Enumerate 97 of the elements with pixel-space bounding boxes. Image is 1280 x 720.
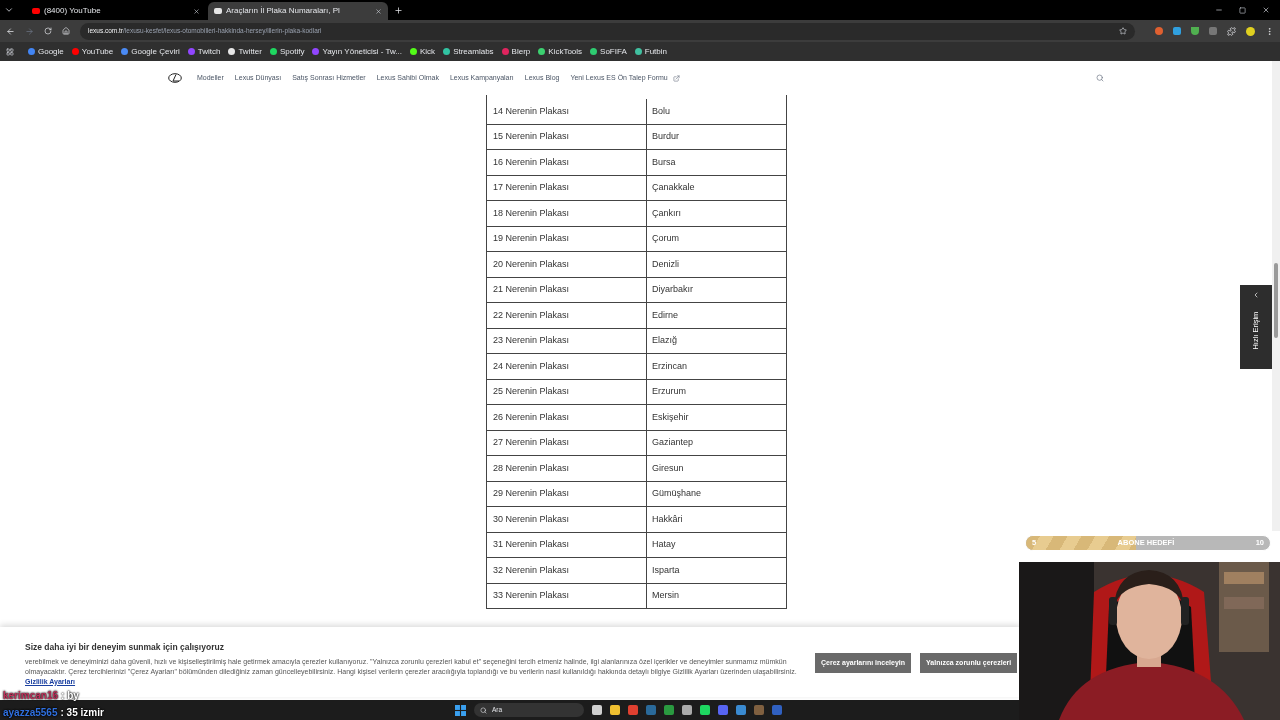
bookmark-label: Google [38, 45, 64, 58]
table-cell-text: Gaziantep [651, 436, 695, 449]
tab-list-icon[interactable] [4, 5, 14, 15]
table-cell: 24 Nerenin Plakası [487, 354, 647, 379]
table-cell-text: Mersin [651, 589, 680, 602]
table-cell: 31 Nerenin Plakası [487, 532, 647, 557]
table-cell-text: Çanakkale [651, 181, 696, 194]
table-cell: 29 Nerenin Plakası [487, 481, 647, 506]
bookmark-item[interactable]: Twitter [228, 45, 262, 58]
windows-logo-icon[interactable] [455, 704, 466, 716]
table-cell-text: Çankırı [651, 206, 682, 220]
profile-avatar-icon[interactable] [1246, 26, 1255, 36]
bookmark-item[interactable]: Twitch [187, 45, 221, 58]
lexus-logo-icon[interactable] [168, 73, 182, 83]
reload-icon[interactable] [44, 27, 52, 35]
table-cell: 14 Nerenin Plakası [487, 99, 647, 124]
extensions-icon[interactable] [1227, 26, 1236, 36]
bookmark-item[interactable]: YouTube [71, 45, 114, 58]
bookmark-label: Twitch [197, 45, 221, 58]
restore-icon[interactable] [1239, 7, 1246, 14]
menu-icon[interactable] [1265, 26, 1274, 36]
back-icon[interactable] [6, 26, 15, 36]
table-cell-text: Hatay [651, 538, 677, 551]
close-icon[interactable] [375, 7, 382, 15]
bookmark-item[interactable]: Streamlabs [443, 45, 494, 58]
table-cell: 21 Nerenin Plakası [487, 277, 647, 302]
table-cell: 26 Nerenin Plakası [487, 405, 647, 430]
bookmark-item[interactable]: KickTools [538, 45, 583, 58]
table-cell-text: Bolu [651, 104, 671, 118]
table-cell: 25 Nerenin Plakası [487, 379, 647, 404]
chat-username: ayazza5565 [3, 706, 58, 720]
bookmark-label: Google Çeviri [131, 45, 180, 58]
bookmark-label: KickTools [548, 45, 583, 58]
table-cell-text: Bursa [651, 155, 677, 169]
external-link-icon [672, 74, 680, 82]
search-icon[interactable] [1096, 74, 1104, 82]
table-cell: 19 Nerenin Plakası [487, 226, 647, 251]
table-cell-text: Isparta [651, 563, 681, 577]
table-cell-text: Erzurum [651, 385, 687, 398]
table-cell: 33 Nerenin Plakası [487, 583, 647, 608]
new-tab-icon[interactable] [394, 6, 403, 15]
cookie-title: Size daha iyi bir deneyim sunmak için çalışıyoruz [25, 641, 225, 654]
scrollbar-thumb[interactable] [1274, 263, 1278, 338]
table-cell: 30 Nerenin Plakası [487, 507, 647, 532]
table-cell-text: Hakkâri [651, 512, 684, 526]
bookmark-item[interactable]: SoFIFA [590, 45, 627, 58]
close-icon[interactable] [193, 7, 200, 15]
tab-title: (8400) YouTube [44, 5, 102, 17]
close-icon[interactable] [1262, 6, 1270, 14]
extension-icon[interactable] [1155, 27, 1163, 35]
table-cell-text: Gümüşhane [651, 487, 703, 500]
minimize-icon[interactable] [1215, 6, 1223, 14]
table-cell-text: Denizli [651, 257, 680, 271]
table-cell: 27 Nerenin Plakası [487, 430, 647, 455]
bookmark-item[interactable]: Spotify [269, 45, 305, 58]
table-cell-text: Çorum [651, 232, 680, 245]
table-cell: 17 Nerenin Plakası [487, 175, 647, 200]
table-cell-text: Burdur [651, 130, 680, 143]
table-cell-text: Elazığ [651, 334, 678, 347]
bookmark-item[interactable]: Blerp [501, 45, 531, 58]
table-cell: 20 Nerenin Plakası [487, 252, 647, 277]
table-cell-text: Erzincan [651, 359, 688, 373]
table-cell: 23 Nerenin Plakası [487, 328, 647, 353]
table-cell-text: Giresun [651, 461, 685, 475]
table-cell: 32 Nerenin Plakası [487, 558, 647, 583]
shield-icon[interactable] [1191, 27, 1199, 35]
table-cell: 16 Nerenin Plakası [487, 150, 647, 175]
search-icon [480, 706, 487, 714]
bookmark-label: Twitter [238, 45, 262, 58]
tab-title: Araçların İl Plaka Numaraları, Pl [226, 5, 341, 17]
chat-username: kerimcan16 [3, 689, 59, 703]
bookmark-label: SoFIFA [600, 45, 627, 58]
table-cell: 22 Nerenin Plakası [487, 303, 647, 328]
bookmark-label: YouTube [81, 45, 114, 58]
bookmark-item[interactable]: Google Çeviri [121, 45, 180, 58]
table-cell-text: Diyarbakır [651, 283, 694, 296]
apps-icon[interactable] [6, 47, 14, 56]
table-cell: 28 Nerenin Plakası [487, 456, 647, 481]
table-cell: 18 Nerenin Plakası [487, 201, 647, 226]
chat-message: : 35 izmir [60, 706, 104, 720]
bookmark-item[interactable]: Google [28, 45, 64, 58]
bookmark-label: Streamlabs [453, 45, 494, 58]
bookmark-item[interactable]: Kick [410, 45, 436, 58]
bookmark-label: Spotify [279, 45, 305, 58]
bookmark-label: Futbin [644, 45, 667, 58]
home-icon[interactable] [62, 27, 70, 35]
extension-icon[interactable] [1173, 27, 1181, 35]
chat-message: : by [61, 689, 79, 703]
chevron-icon [1252, 291, 1260, 299]
bookmark-label: Blerp [511, 45, 531, 58]
bookmark-star-icon[interactable] [1119, 27, 1127, 35]
browser-tab[interactable]: Araçların İl Plaka Numaraları, Pl [208, 2, 388, 20]
table-cell: 15 Nerenin Plakası [487, 124, 647, 149]
table-cell-text: Eskişehir [651, 410, 690, 424]
bookmark-item[interactable]: Futbin [634, 45, 667, 58]
bookmark-label: Kick [420, 45, 436, 58]
table-cell-text: Edirne [651, 308, 679, 322]
